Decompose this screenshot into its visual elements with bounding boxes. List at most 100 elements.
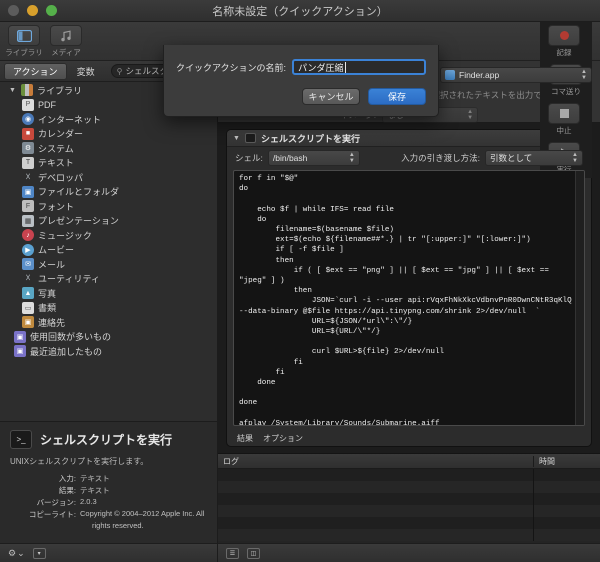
info-title: シェルスクリプトを実行 xyxy=(40,433,173,447)
toolbar-media-button[interactable]: メディア xyxy=(48,25,84,58)
sidebar-item-most-used[interactable]: ▣ 使用回数が多いもの xyxy=(0,330,217,345)
sidebar-item-label: ユーティリティ xyxy=(38,274,100,285)
mail-icon: ✉ xyxy=(22,258,34,271)
table-row[interactable] xyxy=(218,481,600,493)
chevron-down-icon[interactable]: ▼ xyxy=(8,87,17,94)
quick-action-name-value: パンダ圧縮 xyxy=(298,62,344,73)
toolbar-library-label: ライブラリ xyxy=(5,48,43,57)
action-title: シェルスクリプトを実行 xyxy=(260,133,360,144)
table-row[interactable] xyxy=(218,493,600,505)
files-folders-icon: ▣ xyxy=(22,185,34,198)
chevron-updown-icon: ▲ ▼ xyxy=(467,109,474,121)
sheet-body: クイックアクションの名前: パンダ圧縮 キャンセル 保存 xyxy=(163,45,439,117)
info-value: テキスト xyxy=(80,486,110,495)
quick-action-name-input[interactable]: パンダ圧縮 xyxy=(292,59,426,75)
info-description: UNIXシェルスクリプトを実行します。 xyxy=(10,457,149,466)
sidebar-item-documents[interactable]: ▭ 書類 xyxy=(0,301,217,316)
panel-toggle-icon[interactable]: ▾ xyxy=(32,547,46,559)
sidebar-item-label: フォント xyxy=(38,201,75,212)
sidebar-item-label: システム xyxy=(38,143,74,154)
sidebar-item-contacts[interactable]: ▣ 連絡先 xyxy=(0,315,217,330)
workflow-target-select[interactable]: Finder.app ▲ ▼ xyxy=(440,67,592,83)
list-view-icon[interactable]: ☰ xyxy=(226,547,239,559)
sidebar-item-system[interactable]: ⚙ システム xyxy=(0,141,217,156)
sidebar-item-photos[interactable]: ▲ 写真 xyxy=(0,286,217,301)
sidebar-item-label: デベロッパ xyxy=(38,172,84,183)
sidebar-item-font[interactable]: F フォント xyxy=(0,199,217,214)
table-row[interactable] xyxy=(218,529,600,541)
chevron-down-icon[interactable]: ▼ xyxy=(233,135,240,142)
gear-menu-button[interactable]: ⚙ ⌄ xyxy=(8,548,25,559)
cancel-button[interactable]: キャンセル xyxy=(302,88,360,105)
info-value: 2.0.3 xyxy=(80,497,97,506)
main-split: アクション 変数 ⚲ シェルスクリプト ▼ ライブラリ P PDF ◉ インター… xyxy=(0,61,600,562)
sidebar-item-label: テキスト xyxy=(38,158,74,169)
sidebar-item-files-folders[interactable]: ▣ ファイルとフォルダ xyxy=(0,185,217,200)
shell-script-icon xyxy=(244,133,256,143)
sidebar-item-music[interactable]: ♪ ミュージック xyxy=(0,228,217,243)
sidebar-item-utilities[interactable]: ☓ ユーティリティ xyxy=(0,272,217,287)
sidebar-item-presentation[interactable]: ▦ プレゼンテーション xyxy=(0,214,217,229)
tab-options[interactable]: オプション xyxy=(263,433,303,444)
action-tabs: 結果 オプション xyxy=(227,430,591,446)
tab-actions[interactable]: アクション xyxy=(4,62,67,80)
log-body[interactable] xyxy=(218,469,600,543)
sidebar-item-label: 書類 xyxy=(38,303,57,314)
record-icon xyxy=(548,25,580,46)
info-row-copyright: コピーライト: Copyright © 2004–2012 Apple Inc.… xyxy=(10,509,207,520)
workflow-canvas: ▼ シェルスクリプトを実行 ✕ シェル: /bin/bash ▲▼ 入力の引き渡… xyxy=(218,123,600,453)
action-title-bar: ▼ シェルスクリプトを実行 ✕ xyxy=(227,130,591,147)
shell-select[interactable]: /bin/bash ▲ ▼ xyxy=(267,150,360,166)
sidebar-item-label: 写真 xyxy=(38,288,57,299)
internet-icon: ◉ xyxy=(22,113,34,126)
library-tree: ▼ ライブラリ P PDF ◉ インターネット ■ カレンダー ⚙ システム T… xyxy=(0,82,217,421)
minimize-button[interactable] xyxy=(27,5,38,16)
toolbar-record-button[interactable]: 記録 xyxy=(546,25,582,58)
chevron-updown-icon: ▲ ▼ xyxy=(581,69,587,81)
script-editor[interactable]: for f in "$@" do echo $f | while IFS= re… xyxy=(233,170,585,426)
chevron-down-icon: ⌄ xyxy=(17,547,25,558)
gear-icon: ⚙ xyxy=(8,547,17,558)
table-row[interactable] xyxy=(218,517,600,529)
log-column-header-time[interactable]: 時間 xyxy=(534,456,600,467)
info-value: Copyright © 2004–2012 Apple Inc. All xyxy=(80,509,205,518)
sidebar-item-mail[interactable]: ✉ メール xyxy=(0,257,217,272)
info-key: 入力: xyxy=(58,474,76,483)
input-passing-select[interactable]: 引数として ▲ ▼ xyxy=(485,150,583,166)
sidebar-item-recently-added[interactable]: ▣ 最近追加したもの xyxy=(0,344,217,359)
text-icon: T xyxy=(22,156,34,169)
sheet-buttons: キャンセル 保存 xyxy=(176,88,426,105)
library-glyph xyxy=(16,29,32,42)
toolbar-library-button[interactable]: ライブラリ xyxy=(5,25,43,58)
sidebar-item-label: ライブラリ xyxy=(37,85,83,96)
input-passing-value: 引数として xyxy=(490,153,533,163)
zoom-button[interactable] xyxy=(46,5,57,16)
table-row[interactable] xyxy=(218,505,600,517)
sidebar-item-developer[interactable]: ☓ デベロッパ xyxy=(0,170,217,185)
log-column-header-log[interactable]: ログ xyxy=(218,455,534,467)
sidebar-item-movie[interactable]: ▶ ムービー xyxy=(0,243,217,258)
sidebar-item-text[interactable]: T テキスト xyxy=(0,156,217,171)
toolbar-record-label: 記録 xyxy=(556,48,572,57)
shell-label: シェル: xyxy=(235,153,263,163)
close-button[interactable] xyxy=(8,5,19,16)
info-row-copyright-cont: rights reserved. xyxy=(10,521,207,530)
sidebar-item-calendar[interactable]: ■ カレンダー xyxy=(0,127,217,142)
search-icon: ⚲ xyxy=(116,66,123,76)
sidebar-item-label: ミュージック xyxy=(38,230,92,241)
info-row-result: 結果: テキスト xyxy=(10,485,207,496)
tab-variables[interactable]: 変数 xyxy=(69,64,103,79)
utilities-icon: ☓ xyxy=(25,273,31,285)
shell-script-icon: >_ xyxy=(10,430,32,449)
script-scrollbar[interactable] xyxy=(575,171,584,425)
script-text[interactable]: for f in "$@" do echo $f | while IFS= re… xyxy=(234,171,584,425)
grid-view-icon[interactable]: ◫ xyxy=(247,547,260,559)
toolbar-left-group: ライブラリ メディア xyxy=(0,22,90,61)
info-row-version: バージョン: 2.0.3 xyxy=(10,497,207,508)
save-button[interactable]: 保存 xyxy=(368,88,426,105)
info-value: rights reserved. xyxy=(92,521,144,530)
tab-results[interactable]: 結果 xyxy=(237,433,253,444)
table-row[interactable] xyxy=(218,469,600,481)
sidebar-item-label: 連絡先 xyxy=(38,317,66,328)
sidebar-item-label: ムービー xyxy=(38,245,75,256)
